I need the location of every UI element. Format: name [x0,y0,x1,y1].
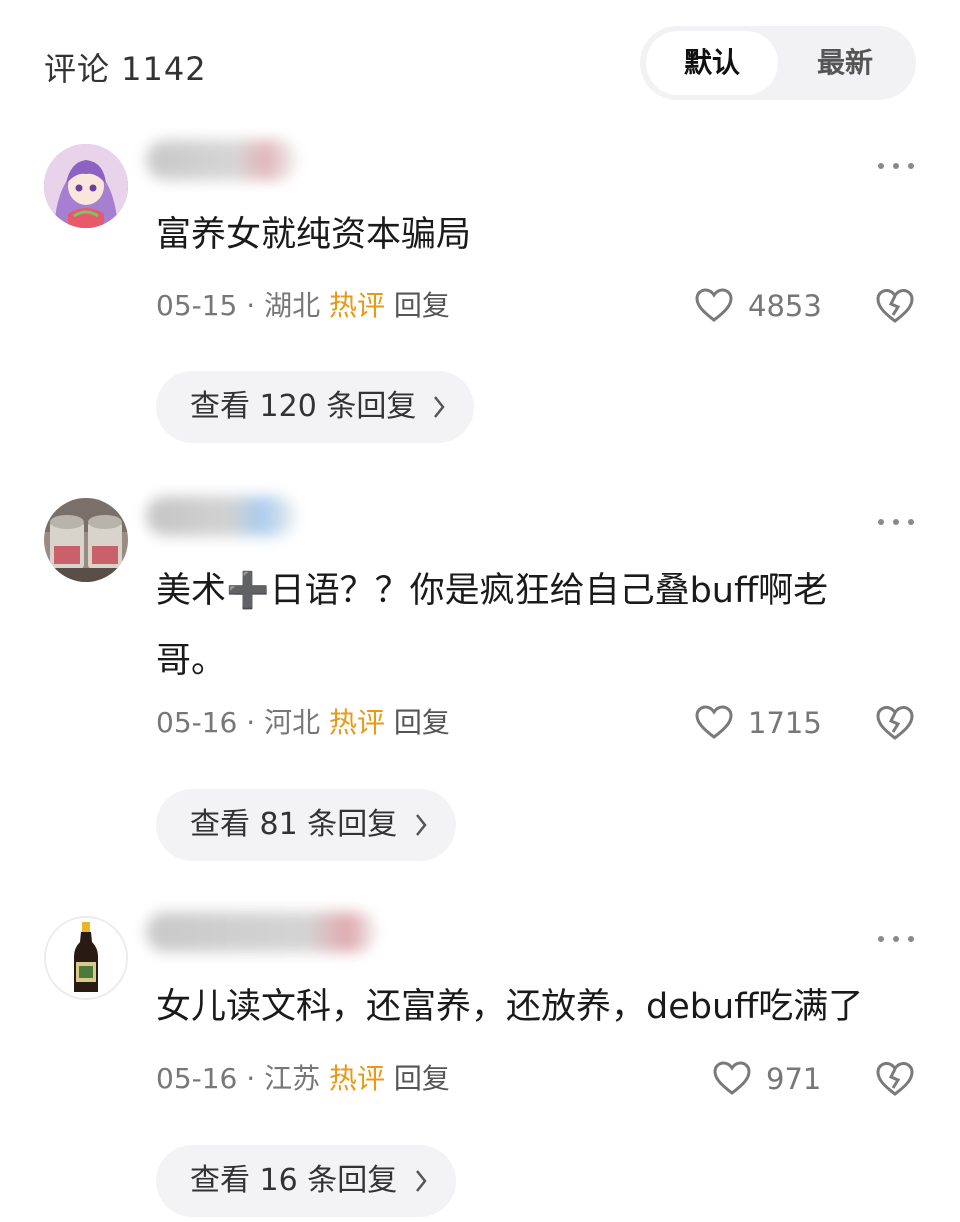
dislike-button[interactable] [874,286,916,326]
sauce-bottle-avatar[interactable] [44,916,128,1000]
like-button[interactable]: 4853 [694,286,824,326]
meta-separator: · [237,706,265,739]
anime-girl-avatar[interactable] [44,144,128,228]
more-dots-icon[interactable] [874,929,918,949]
more-dots-icon[interactable] [874,156,918,176]
reply-button[interactable]: 回复 [394,289,450,322]
chevron-right-icon [434,396,445,418]
view-replies-button[interactable]: 查看 81 条回复 [156,789,456,861]
dislike-button[interactable] [874,1059,916,1099]
comment-location: 江苏 [264,1062,321,1095]
view-replies-button[interactable]: 查看 16 条回复 [156,1145,456,1217]
comment-meta: 05-16 · 河北 热评 回复 [156,703,450,743]
view-replies-label: 查看 81 条回复 [190,807,398,842]
comment-text: 富养女就纯资本骗局 [156,215,472,255]
comment-text: 美术➕日语？？你是疯狂给自己叠buff啊老哥。 [156,571,829,681]
hot-comment-badge: 热评 [329,1062,386,1095]
comment-date: 05-15 [156,289,238,322]
username-blurred[interactable] [146,496,296,536]
comments-count-title: 评论 1142 [44,50,207,88]
like-count: 1715 [748,706,822,740]
reply-button[interactable]: 回复 [394,1062,450,1095]
like-count: 4853 [748,289,822,323]
comment-date: 05-16 [156,1062,238,1095]
comment-meta: 05-15 · 湖北 热评 回复 [156,286,450,326]
comment-date: 05-16 [156,706,238,739]
username-blurred[interactable] [146,140,296,180]
sort-default-button[interactable]: 默认 [646,31,778,95]
comment-location: 湖北 [264,289,321,322]
broken-heart-icon [876,288,914,323]
hot-comment-badge: 热评 [329,289,386,322]
heart-outline-icon [695,705,733,739]
hot-comment-badge: 热评 [329,706,386,739]
broken-heart-icon [876,705,914,740]
view-replies-label: 查看 120 条回复 [190,389,417,424]
view-replies-label: 查看 16 条回复 [190,1163,398,1198]
sort-latest-button[interactable]: 最新 [780,31,910,95]
meta-separator: · [237,1062,265,1095]
chevron-right-icon [416,1170,427,1192]
reply-button[interactable]: 回复 [394,706,450,739]
comments-header: 评论 1142 默认 最新 [0,0,960,130]
like-count: 971 [766,1062,822,1096]
jars-photo-avatar[interactable] [44,498,128,582]
view-replies-button[interactable]: 查看 120 条回复 [156,371,474,443]
more-dots-icon[interactable] [874,512,918,532]
chevron-right-icon [416,814,427,836]
broken-heart-icon [876,1061,914,1096]
meta-separator: · [237,289,265,322]
dislike-button[interactable] [874,703,916,743]
heart-outline-icon [695,288,733,322]
sort-toggle: 默认 最新 [640,26,916,100]
comment-meta: 05-16 · 江苏 热评 回复 [156,1059,450,1099]
like-button[interactable]: 971 [712,1059,824,1099]
username-blurred[interactable] [146,912,376,952]
comment-text: 女儿读文科，还富养，还放养，debuff吃满了 [156,987,864,1027]
heart-outline-icon [713,1061,751,1095]
comment-location: 河北 [264,706,321,739]
like-button[interactable]: 1715 [694,703,824,743]
